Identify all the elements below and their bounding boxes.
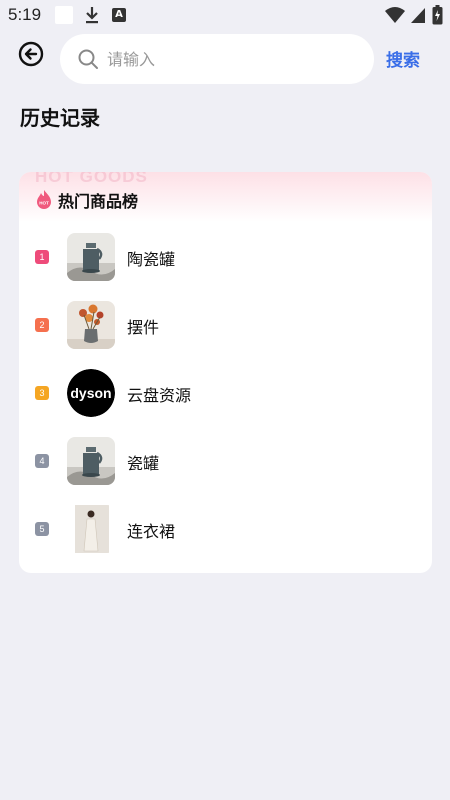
- signal-icon: [411, 8, 425, 23]
- rank-badge: 4: [35, 454, 49, 468]
- rank-badge: 1: [35, 250, 49, 264]
- hot-item[interactable]: 3 dyson 云盘资源: [19, 365, 432, 421]
- back-arrow-icon[interactable]: [18, 41, 44, 67]
- ceramic-jar-thumbnail: [67, 437, 115, 485]
- rank-badge: 5: [35, 522, 49, 536]
- download-icon: [86, 7, 98, 24]
- search-icon: [78, 49, 98, 69]
- svg-text:HOT: HOT: [39, 201, 49, 206]
- blank-notification-icon: [55, 6, 73, 24]
- ceramic-jar-thumbnail: [67, 233, 115, 281]
- item-name: 云盘资源: [127, 386, 192, 405]
- item-name: 瓷罐: [127, 454, 160, 473]
- history-title: 历史记录: [20, 106, 100, 130]
- flame-icon: HOT: [37, 190, 51, 209]
- text-app-icon: A: [112, 8, 126, 22]
- status-time: 5:19: [8, 5, 42, 24]
- hot-goods-title: 热门商品榜: [58, 192, 139, 211]
- search-box[interactable]: [60, 34, 374, 84]
- wifi-icon: [385, 7, 405, 23]
- hot-goods-watermark: HOT GOODS: [35, 172, 148, 186]
- dyson-logo-text: dyson: [70, 385, 111, 401]
- flower-vase-thumbnail: [67, 301, 115, 349]
- dress-photo-thumbnail: [67, 505, 115, 553]
- hot-goods-card: HOT GOODS HOT 热门商品榜 1 陶瓷罐 2 摆件 3 dyson 云…: [19, 172, 432, 573]
- dyson-logo-thumbnail: dyson: [67, 369, 115, 417]
- hot-item[interactable]: 5 连衣裙: [19, 501, 432, 557]
- hot-item[interactable]: 4 瓷罐: [19, 433, 432, 489]
- rank-badge: 2: [35, 318, 49, 332]
- hot-goods-header: HOT GOODS HOT 热门商品榜: [19, 172, 432, 222]
- item-name: 连衣裙: [127, 522, 176, 541]
- item-name: 陶瓷罐: [127, 250, 176, 269]
- item-name: 摆件: [127, 318, 160, 337]
- search-button[interactable]: 搜索: [386, 46, 420, 71]
- search-input[interactable]: [107, 44, 357, 74]
- hot-item[interactable]: 2 摆件: [19, 297, 432, 353]
- hot-item[interactable]: 1 陶瓷罐: [19, 229, 432, 285]
- status-bar: 5:19 A: [0, 0, 450, 30]
- battery-icon: [432, 5, 443, 25]
- rank-badge: 3: [35, 386, 49, 400]
